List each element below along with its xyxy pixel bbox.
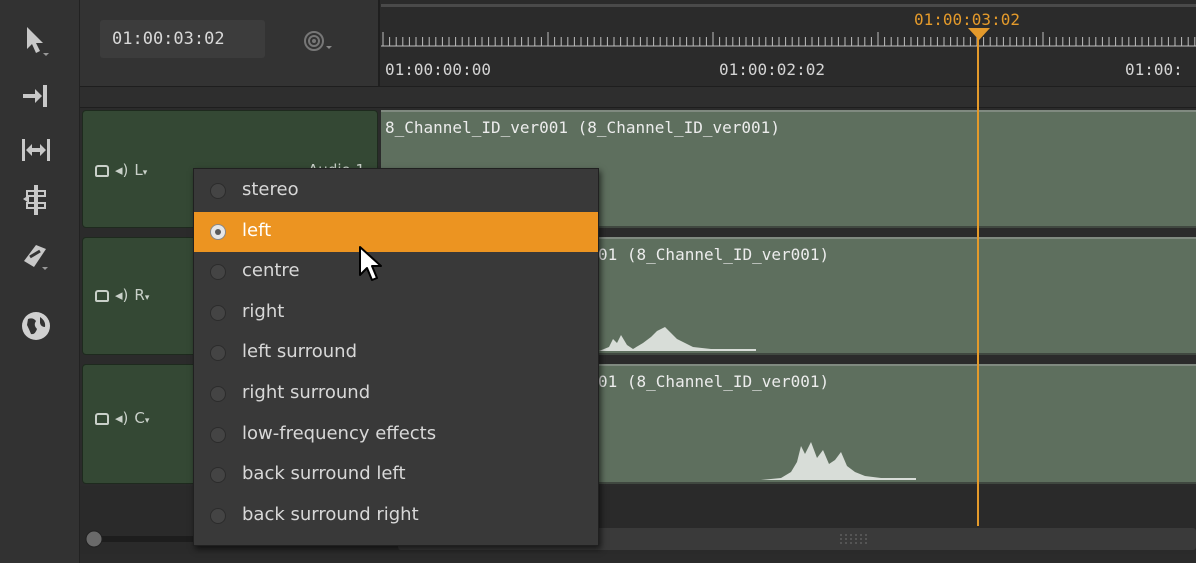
radio-icon: [210, 223, 226, 240]
ruler-label: 01:00:: [1125, 60, 1183, 79]
menu-item-label: stereo: [242, 179, 299, 200]
snap-target-icon: [304, 31, 332, 51]
razor-tool-button[interactable]: [14, 236, 58, 276]
globe-tool-button[interactable]: [14, 306, 58, 346]
menu-item-label: left surround: [242, 341, 358, 363]
radio-icon: [210, 507, 226, 524]
menu-item-label: centre: [242, 260, 300, 282]
menu-item-centre[interactable]: centre: [194, 252, 598, 292]
chevron-down-icon: ▾: [144, 293, 150, 303]
radio-icon: [210, 345, 226, 362]
channel-label[interactable]: C: [134, 409, 144, 427]
pointer-arrow-icon: [27, 27, 49, 56]
menu-item-label: back surround right: [242, 503, 419, 525]
snap-button[interactable]: [302, 26, 342, 56]
radio-icon: [210, 467, 226, 484]
playhead-line[interactable]: [977, 28, 979, 526]
slip-tool-button[interactable]: [14, 180, 58, 220]
ruler-divider: [80, 86, 1196, 108]
ruler-label: 01:00:02:02: [719, 60, 825, 79]
slip-edit-icon: [23, 185, 46, 215]
playhead-timecode: 01:00:03:02: [914, 10, 1020, 29]
timeline-ruler[interactable]: 01:00:00:00 01:00:02:02 01:00: 01:00:03:…: [381, 0, 1196, 86]
radio-icon: [210, 426, 226, 443]
ruler-top-line: [381, 4, 1196, 7]
clip-title: 01 (8_Channel_ID_ver001): [598, 245, 830, 264]
lock-icon[interactable]: [95, 164, 109, 177]
lock-icon[interactable]: [95, 289, 109, 302]
tool-strip: [0, 0, 80, 563]
menu-item-right[interactable]: right: [194, 293, 598, 333]
ruler-label: 01:00:00:00: [385, 60, 491, 79]
menu-item-left-surround[interactable]: left surround: [194, 333, 598, 373]
chevron-down-icon: ▾: [142, 168, 148, 178]
menu-item-label: left: [242, 219, 272, 241]
channel-dropdown-menu: stereo left centre right left surround right …: [193, 168, 599, 546]
speaker-icon[interactable]: ◂): [115, 409, 128, 427]
roll-edit-icon: [22, 139, 50, 161]
globe-icon: [22, 312, 50, 340]
menu-item-label: right: [242, 300, 285, 322]
menu-item-stereo[interactable]: stereo: [194, 171, 598, 211]
speaker-icon[interactable]: ◂): [115, 286, 128, 304]
roll-tool-button[interactable]: [14, 130, 58, 170]
chevron-down-icon: ▾: [144, 416, 150, 426]
clip-title: 8_Channel_ID_ver001 (8_Channel_ID_ver001…: [385, 118, 780, 137]
scroll-grip-icon: [840, 534, 867, 544]
pointer-tool-button[interactable]: [14, 20, 58, 60]
playhead-marker-icon[interactable]: [968, 28, 990, 42]
radio-icon: [210, 386, 226, 402]
menu-item-label: right surround: [242, 382, 371, 403]
lock-icon[interactable]: [95, 412, 109, 425]
menu-item-back-surround-right[interactable]: back surround right: [194, 496, 598, 536]
mouse-cursor-icon: [359, 246, 382, 281]
menu-item-low-frequency-effects[interactable]: low-frequency effects: [194, 415, 598, 455]
razor-icon: [24, 245, 48, 270]
radio-icon: [210, 264, 226, 281]
menu-item-right-surround[interactable]: right surround: [194, 374, 598, 414]
ripple-edit-icon: [23, 85, 47, 107]
ruler-ticks: [381, 32, 1196, 47]
timeline-header: 01:00:03:02: [80, 0, 380, 96]
menu-item-left[interactable]: left: [194, 211, 598, 252]
timecode-field[interactable]: 01:00:03:02: [100, 20, 265, 58]
channel-label[interactable]: R: [134, 286, 144, 304]
clip-title: 01 (8_Channel_ID_ver001): [598, 372, 830, 391]
menu-item-label: low-frequency effects: [242, 422, 437, 444]
menu-item-back-surround-left[interactable]: back surround left: [194, 455, 598, 495]
speaker-icon[interactable]: ◂): [115, 161, 128, 179]
radio-icon: [210, 183, 226, 199]
ripple-tool-button[interactable]: [14, 76, 58, 116]
channel-label[interactable]: L: [134, 161, 142, 179]
radio-icon: [210, 304, 226, 321]
menu-item-label: back surround left: [242, 463, 406, 485]
